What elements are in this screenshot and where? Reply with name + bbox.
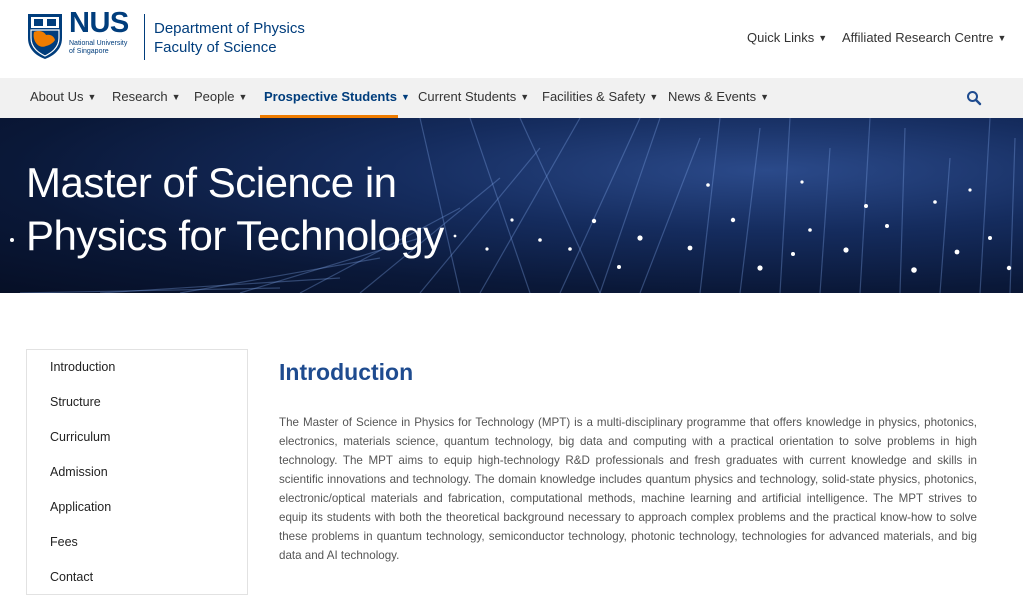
section-heading: Introduction <box>279 359 414 385</box>
section-body-text: The Master of Science in Physics for Tec… <box>279 416 977 562</box>
faculty-name[interactable]: Faculty of Science <box>154 39 277 56</box>
hero-banner: Master of Science in Physics for Technol… <box>0 118 1023 293</box>
nus-wordmark-text: NUS <box>69 7 129 39</box>
nav-item-research[interactable]: Research ▼ <box>112 78 181 118</box>
quick-links-label: Quick Links <box>747 30 815 45</box>
affiliated-research-centre-label: Affiliated Research Centre <box>842 30 994 45</box>
quick-links-menu[interactable]: Quick Links ▼ <box>747 30 827 46</box>
nav-item-news-events[interactable]: News & Events ▼ <box>668 78 769 118</box>
nav-item-label: About Us <box>30 89 84 104</box>
university-line-2: of Singapore <box>69 48 109 55</box>
nav-item-label: Prospective Students <box>264 89 397 104</box>
university-name: National University of Singapore <box>69 40 141 56</box>
nav-item-label: News & Events <box>668 89 757 104</box>
department-name[interactable]: Department of Physics <box>154 20 305 37</box>
sidebar-item-fees[interactable]: Fees <box>50 535 78 550</box>
page-title-line-2: Physics for Technology <box>26 212 444 259</box>
caret-down-icon: ▼ <box>760 92 770 102</box>
nus-wordmark[interactable]: NUS National University of Singapore <box>69 8 141 60</box>
nav-item-people[interactable]: People ▼ <box>194 78 247 118</box>
caret-down-icon: ▼ <box>818 33 828 43</box>
sidebar-item-application[interactable]: Application <box>50 500 111 515</box>
sidebar-item-structure[interactable]: Structure <box>50 395 101 410</box>
nav-item-facilities-safety[interactable]: Facilities & Safety ▼ <box>542 78 658 118</box>
caret-down-icon: ▼ <box>649 92 659 102</box>
nav-item-about-us[interactable]: About Us ▼ <box>30 78 96 118</box>
sidebar-item-introduction[interactable]: Introduction <box>50 360 115 375</box>
caret-down-icon: ▼ <box>400 92 410 102</box>
caret-down-icon: ▼ <box>997 33 1007 43</box>
nav-item-label: Current Students <box>418 89 517 104</box>
university-line-1: National University <box>69 40 128 47</box>
page-title: Master of Science in Physics for Technol… <box>26 156 546 262</box>
page-title-line-1: Master of Science in <box>26 159 397 206</box>
caret-down-icon: ▼ <box>171 92 181 102</box>
nav-item-current-students[interactable]: Current Students ▼ <box>418 78 529 118</box>
caret-down-icon: ▼ <box>520 92 530 102</box>
caret-down-icon: ▼ <box>87 92 97 102</box>
sidebar-item-curriculum[interactable]: Curriculum <box>50 430 110 445</box>
nav-item-label: People <box>194 89 235 104</box>
logo-divider <box>144 14 145 60</box>
search-icon[interactable] <box>966 90 982 106</box>
nav-item-label: Facilities & Safety <box>542 89 646 104</box>
caret-down-icon: ▼ <box>238 92 248 102</box>
affiliated-research-centre-menu[interactable]: Affiliated Research Centre ▼ <box>842 30 1006 46</box>
section-sidebar: Introduction Structure Curriculum Admiss… <box>26 349 248 595</box>
main-nav: About Us ▼ Research ▼ People ▼ Prospective … <box>0 78 1023 118</box>
sidebar-item-contact[interactable]: Contact <box>50 570 93 585</box>
site-header: NUS National University of Singapore Dep… <box>0 0 1023 78</box>
nav-item-label: Research <box>112 89 168 104</box>
nav-item-prospective-students[interactable]: Prospective Students ▼ <box>260 78 410 118</box>
nus-crest-icon[interactable] <box>26 12 64 60</box>
sidebar-item-admission[interactable]: Admission <box>50 465 108 480</box>
